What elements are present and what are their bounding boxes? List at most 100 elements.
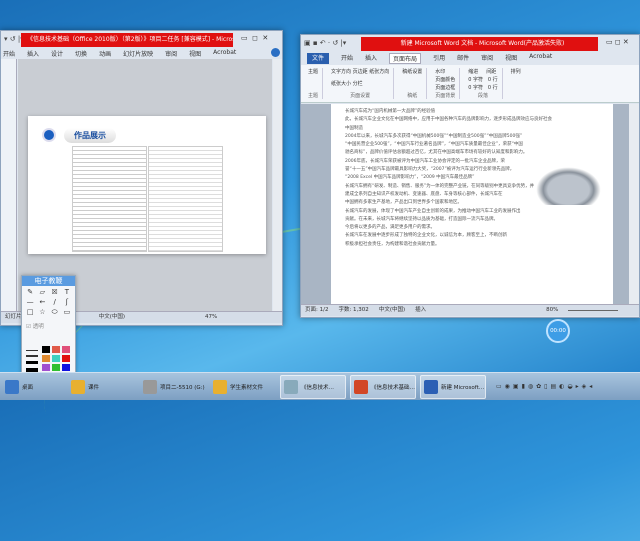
- quick-access-toolbar[interactable]: ▣ ▪ ↶ · ↺ |▾: [304, 39, 346, 47]
- spacing-before-input[interactable]: 0 行: [488, 77, 498, 83]
- language: 中文(中国): [99, 312, 125, 323]
- clear-icon[interactable]: ☒: [49, 288, 61, 296]
- tab[interactable]: Acrobat: [529, 53, 552, 64]
- doc-line: 贡献。在未来，长城汽车将继续坚持以品质为基础，打造国际一流汽车品牌。: [345, 216, 599, 224]
- pen-tool-title: 电子教鞭: [22, 276, 75, 286]
- ribbon: 主题主题 文字方向 页边距 纸张方向纸张大小 分栏页面设置 稿纸设置稿纸 水印页…: [301, 65, 639, 103]
- doc-line: 长城汽车在发展中逐步形成了独特的企业文化，以诚信为本，顾客至上，不断创新: [345, 232, 599, 240]
- window-controls[interactable]: ▭ ◻ ✕: [606, 38, 629, 46]
- transparent-checkbox[interactable]: ☑ 透明: [22, 319, 75, 333]
- ribbon-group-arrange: 排列: [507, 68, 525, 99]
- tab[interactable]: 开始: [3, 49, 15, 58]
- page-borders-button[interactable]: 页面边框: [435, 84, 455, 91]
- language[interactable]: 中文(中国): [379, 305, 405, 316]
- size-button[interactable]: 纸张大小: [331, 81, 351, 87]
- tab[interactable]: 幻灯片放映: [123, 49, 153, 58]
- color-swatch[interactable]: [62, 364, 70, 371]
- bullet-circle-icon: [42, 128, 56, 142]
- rectangle-icon[interactable]: □: [24, 308, 36, 317]
- color-swatch[interactable]: [52, 364, 60, 371]
- taskbar-item[interactable]: 《信息技术…: [280, 375, 346, 399]
- themes-button[interactable]: 主题: [308, 68, 318, 75]
- arrow-icon[interactable]: ←: [36, 298, 48, 306]
- document-page-image: [148, 146, 223, 252]
- star-icon[interactable]: ☆: [36, 308, 48, 317]
- ribbon-group-paragraph: 缩进 间距0 字符 0 行0 字符 0 行段落: [464, 68, 502, 99]
- taskbar: 桌面 课件 项目二-5510 (G:) 学生素材文件 《信息技术… 《信息技术基…: [0, 372, 640, 400]
- tab-page-layout[interactable]: 页面布局: [389, 53, 421, 64]
- eraser-icon[interactable]: ▱: [36, 288, 48, 296]
- color-swatch[interactable]: [52, 346, 60, 353]
- color-swatch[interactable]: [42, 346, 50, 353]
- taskbar-item[interactable]: 课件: [68, 375, 136, 399]
- group-label: 稿纸: [402, 92, 422, 99]
- color-swatch[interactable]: [62, 346, 70, 353]
- margins-button[interactable]: 页边距: [353, 69, 368, 75]
- tab[interactable]: 插入: [27, 49, 39, 58]
- tab[interactable]: 引用: [433, 53, 445, 64]
- tab[interactable]: 插入: [365, 53, 377, 64]
- taskbar-label: 项目二-5510 (G:): [160, 383, 205, 391]
- taskbar-item[interactable]: 新建 Microsoft…: [420, 375, 486, 399]
- columns-button[interactable]: 分栏: [353, 81, 363, 87]
- tab[interactable]: 视图: [505, 53, 517, 64]
- vertical-scrollbar[interactable]: [629, 104, 639, 304]
- tab-file[interactable]: 文件: [307, 53, 329, 64]
- ribbon-tabs: 文件 开始 插入 页面布局 引用 邮件 审阅 视图 Acrobat: [307, 53, 552, 64]
- slide: 作品展示: [28, 116, 266, 254]
- callout-icon[interactable]: ▭: [61, 308, 73, 317]
- word-count[interactable]: 字数: 1,302: [338, 305, 368, 316]
- tab[interactable]: 切换: [75, 49, 87, 58]
- tab[interactable]: 视图: [189, 49, 201, 58]
- taskbar-item[interactable]: 桌面: [2, 375, 64, 399]
- text-direction-button[interactable]: 文字方向: [331, 69, 351, 75]
- tab[interactable]: Acrobat: [213, 49, 236, 58]
- orientation-button[interactable]: 纸张方向: [369, 69, 389, 75]
- text-icon[interactable]: T: [61, 288, 73, 296]
- zoom-slider[interactable]: [568, 305, 618, 311]
- slide-thumbnail-pane[interactable]: [1, 59, 17, 311]
- zoom-level[interactable]: 80%: [546, 305, 558, 316]
- color-swatch[interactable]: [42, 364, 50, 371]
- diagonal-line-icon[interactable]: /: [49, 298, 61, 306]
- indent-left-input[interactable]: 0 字符: [468, 77, 483, 83]
- indent-right-input[interactable]: 0 字符: [468, 85, 483, 91]
- page-count[interactable]: 页面: 1/2: [305, 305, 328, 316]
- ellipse-icon[interactable]: ⬭: [49, 308, 61, 317]
- color-swatch[interactable]: [42, 355, 50, 362]
- tab[interactable]: 动画: [99, 49, 111, 58]
- timer-button[interactable]: 00:00: [546, 319, 570, 343]
- pencil-icon[interactable]: ✎: [24, 288, 36, 296]
- page-color-button[interactable]: 页面颜色: [435, 76, 455, 83]
- pen-tool-icons: ✎▱☒T —←/ʃ □☆⬭▭: [22, 286, 75, 319]
- color-swatch[interactable]: [52, 355, 60, 362]
- watermark-button[interactable]: 水印: [435, 68, 455, 75]
- transparent-label: 透明: [33, 324, 44, 330]
- tab[interactable]: 开始: [341, 53, 353, 64]
- curve-icon[interactable]: ʃ: [61, 298, 73, 306]
- system-tray[interactable]: ▭◉▣▮◍✿▯▤◐◒▸◈◂: [496, 383, 595, 390]
- car-image: [536, 167, 601, 205]
- word-window: ▣ ▪ ↶ · ↺ |▾ 新建 Microsoft Word 文档 - Micr…: [300, 34, 640, 318]
- group-label: 页面背景: [435, 92, 455, 99]
- ribbon-tabs: 开始 插入 设计 切换 动画 幻灯片放映 审阅 视图 Acrobat: [3, 49, 236, 58]
- line-icon[interactable]: —: [24, 298, 36, 306]
- tab[interactable]: 审阅: [481, 53, 493, 64]
- taskbar-item[interactable]: 学生素材文件: [210, 375, 276, 399]
- tab[interactable]: 审阅: [165, 49, 177, 58]
- taskbar-item[interactable]: 《信息技术基础…: [350, 375, 416, 399]
- window-controls[interactable]: ▭ ◻ ✕: [241, 34, 268, 42]
- zoom-level[interactable]: 47%: [205, 312, 217, 323]
- draft-settings-button[interactable]: 稿纸设置: [402, 68, 422, 75]
- insert-mode[interactable]: 插入: [415, 305, 426, 316]
- doc-line: “中国民营企业500强”，“中国汽车行业著名品牌”，“中国汽车质量最佳企业”，荣…: [345, 141, 599, 149]
- taskbar-item[interactable]: 项目二-5510 (G:): [140, 375, 206, 399]
- vertical-scrollbar[interactable]: [273, 59, 282, 311]
- ribbon-group-page-background: 水印页面颜色页面边框页面背景: [431, 68, 460, 99]
- tab[interactable]: 设计: [51, 49, 63, 58]
- arrange-button[interactable]: 排列: [511, 68, 521, 75]
- color-swatch[interactable]: [62, 355, 70, 362]
- help-icon[interactable]: [271, 48, 280, 57]
- spacing-after-input[interactable]: 0 行: [488, 85, 498, 91]
- tab[interactable]: 邮件: [457, 53, 469, 64]
